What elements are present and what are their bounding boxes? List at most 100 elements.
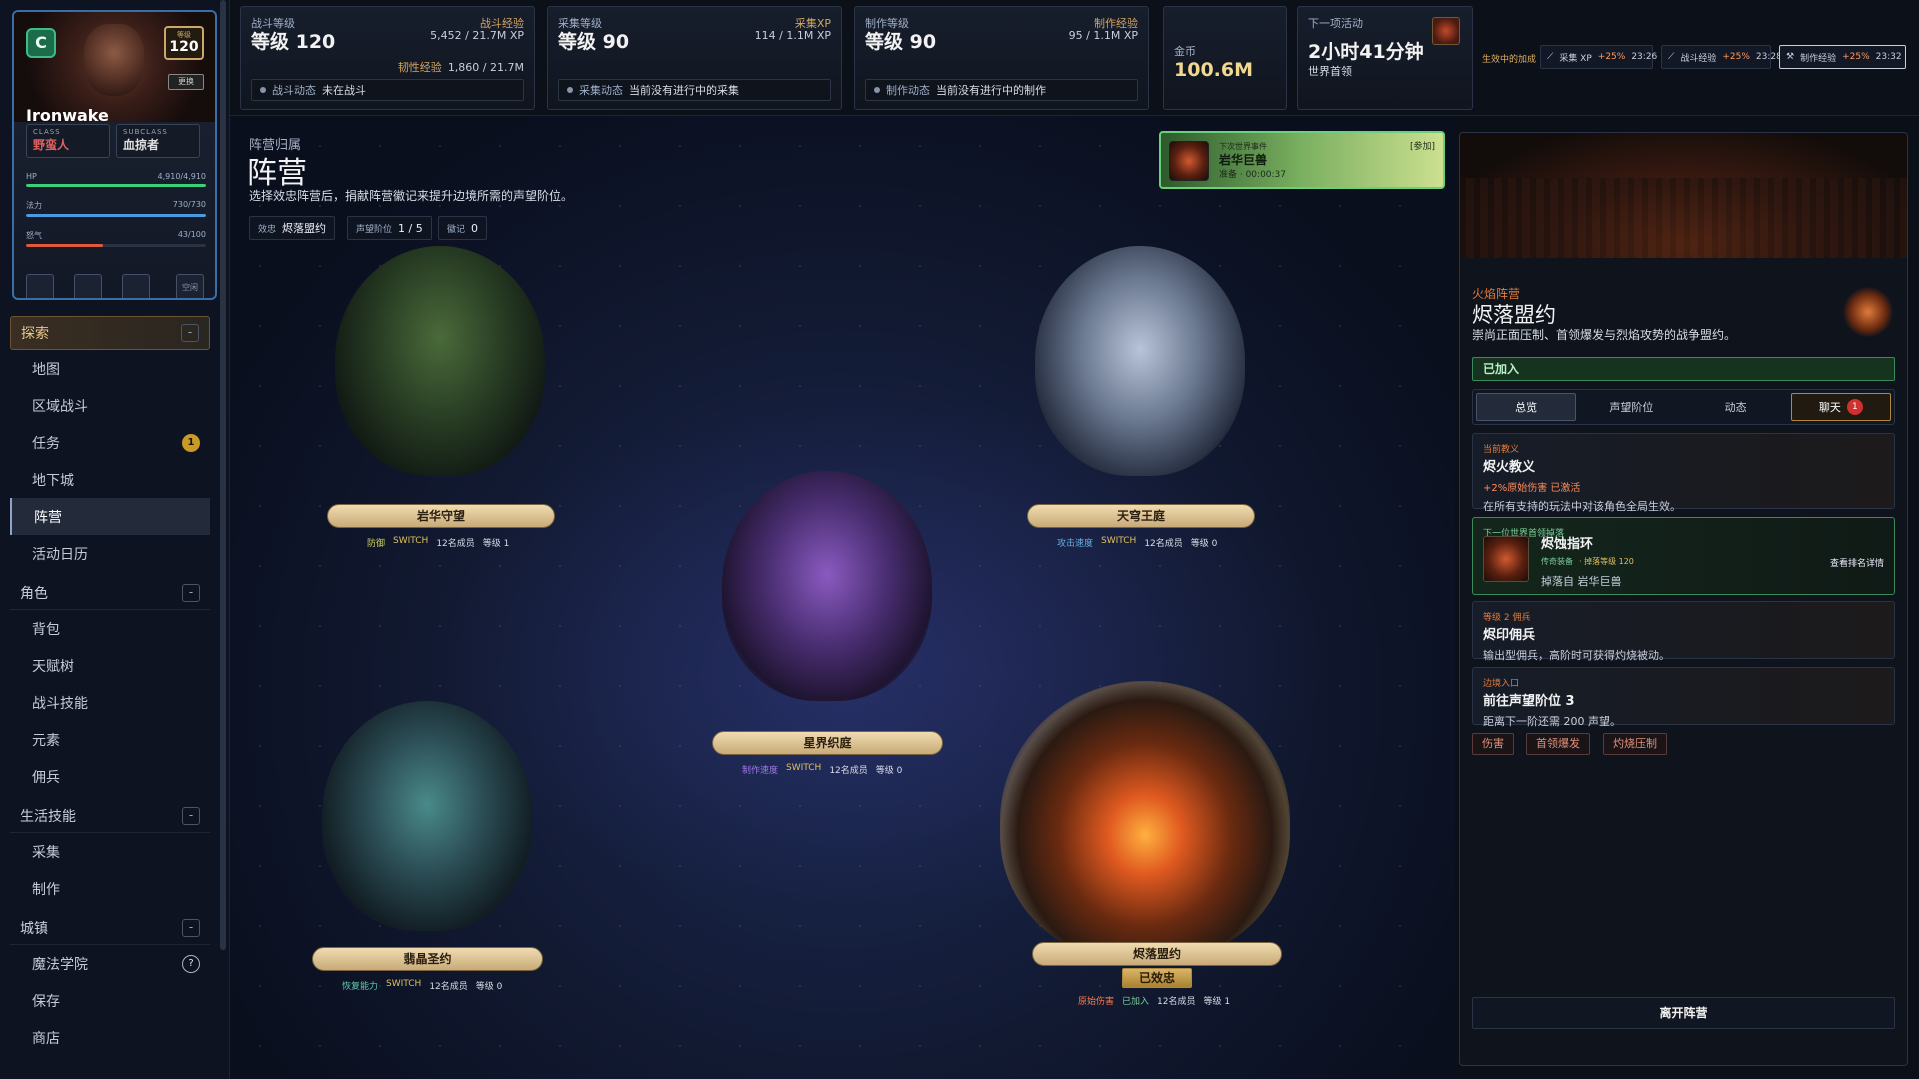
nav-item[interactable]: 商店 bbox=[10, 1019, 210, 1056]
buff-gather-xp[interactable]: ⟋ 采集 XP +25% 23:26 bbox=[1540, 45, 1657, 69]
sidebar: C 等级 120 更换 Ironwake CLASS 野蛮人 SUBCLASS … bbox=[0, 0, 230, 1079]
faction-island-astral[interactable]: 星界织庭 制作速度 SWITCH 12名成员 等级 0 bbox=[710, 471, 945, 776]
craft-status-value: 当前没有进行中的制作 bbox=[936, 84, 1046, 97]
faction-name-plate[interactable]: 星界织庭 bbox=[712, 731, 943, 755]
faction-switch[interactable]: SWITCH bbox=[786, 763, 821, 776]
next-event-card[interactable]: 下一项活动 2小时41分钟 世界首领 bbox=[1297, 6, 1473, 110]
faction-emblem-icon bbox=[1843, 287, 1893, 337]
doctrine-card: 当前教义 烬火教义 +2%原始伤害 已激活 在所有支持的玩法中对该角色全局生效。 bbox=[1472, 433, 1895, 513]
nav-item[interactable]: 区域战斗 bbox=[10, 387, 210, 424]
toughness-xp: 韧性经验 1,860 / 21.7M bbox=[398, 59, 524, 75]
nav-section[interactable]: 角色 - bbox=[10, 576, 210, 610]
collapse-toggle[interactable]: - bbox=[182, 806, 200, 825]
faction-stat: 防御 bbox=[367, 539, 386, 549]
nav-item[interactable]: 保存 bbox=[10, 982, 210, 1019]
nav-item[interactable]: 魔法学院? bbox=[10, 945, 210, 982]
collapse-toggle[interactable]: - bbox=[182, 583, 200, 602]
faction-meta: 原始伤害 已加入 12名成员 等级 1 bbox=[1078, 994, 1230, 1007]
banner-spires bbox=[1460, 178, 1907, 258]
nav-item[interactable]: 采集 bbox=[10, 833, 210, 870]
nav-item[interactable]: 佣兵 bbox=[10, 758, 210, 795]
tab-overview[interactable]: 总览 bbox=[1476, 393, 1577, 421]
drop-item-name: 烬蚀指环 bbox=[1541, 537, 1594, 552]
drop-level: · 掉落等级 120 bbox=[1579, 557, 1634, 566]
faction-meta: 制作速度 SWITCH 12名成员 等级 0 bbox=[742, 763, 902, 776]
faction-stat: 攻击速度 bbox=[1057, 539, 1094, 549]
faction-island-rockbloom[interactable]: 岩华守望 防御 SWITCH 12名成员 等级 1 bbox=[325, 246, 555, 549]
nav-item-label: 战斗技能 bbox=[32, 695, 88, 712]
ability-slot-1[interactable] bbox=[26, 274, 54, 298]
combat-xp-value: 5,452 / 21.7M XP bbox=[430, 29, 524, 42]
faction-name-plate[interactable]: 烬落盟约 bbox=[1032, 942, 1282, 966]
joined-status-bar: 已加入 bbox=[1472, 357, 1895, 381]
tab-reputation[interactable]: 声望阶位 bbox=[1582, 393, 1680, 421]
tab-activity[interactable]: 动态 bbox=[1687, 393, 1785, 421]
faction-name-plate[interactable]: 岩华守望 bbox=[327, 504, 555, 528]
faction-island-jadecrystal[interactable]: 翡晶圣约 恢复能力 SWITCH 12名成员 等级 0 bbox=[310, 701, 545, 1001]
world-event-toast[interactable]: 下次世界事件 岩华巨兽 准备 · 00:00:37 [参加] bbox=[1159, 131, 1445, 189]
faction-stat: 恢复能力 bbox=[342, 982, 379, 992]
change-portrait-button[interactable]: 更换 bbox=[168, 74, 204, 90]
top-bar: 战斗等级 等级 120 战斗经验 5,452 / 21.7M XP 韧性经验 1,… bbox=[230, 0, 1919, 116]
nav-item[interactable]: 元素 bbox=[10, 721, 210, 758]
nav-section[interactable]: 生活技能 - bbox=[10, 799, 210, 833]
faction-name-plate[interactable]: 翡晶圣约 bbox=[312, 947, 543, 971]
collapse-toggle[interactable]: - bbox=[181, 324, 199, 342]
mana-stat: 法力 730/730 bbox=[26, 200, 206, 217]
tag-boss-burst: 首领爆发 bbox=[1526, 733, 1590, 755]
nav-item-label: 天赋树 bbox=[32, 658, 74, 675]
sword-icon: ⟋ bbox=[1668, 52, 1675, 62]
faction-island-emberfall[interactable]: 烬落盟约 已效忠 原始伤害 已加入 12名成员 等级 1 bbox=[1000, 681, 1290, 1007]
class-value: 野蛮人 bbox=[33, 138, 70, 152]
nav-item[interactable]: 地下城 bbox=[10, 461, 210, 498]
nav-item[interactable]: 任务 1 bbox=[10, 424, 210, 461]
buff-time: 23:28 bbox=[1755, 52, 1782, 62]
pill-value: 0 bbox=[471, 221, 479, 235]
nav-section[interactable]: 探索 - bbox=[10, 316, 210, 350]
nav-item[interactable]: 制作 bbox=[10, 870, 210, 907]
doctrine-title: 烬火教义 bbox=[1483, 460, 1536, 475]
buff-combat-xp[interactable]: ⟋ 战斗经验 +25% 23:28 bbox=[1661, 45, 1782, 69]
frontier-card[interactable]: 边境入口 前往声望阶位 3 距离下一阶还需 200 声望。 bbox=[1472, 667, 1895, 728]
main-navigation: 探索 - 地图 区域战斗 任务 1 地下城阵营活动日历角色 - 背包天赋树战斗技能元素佣兵生活技… bbox=[10, 312, 210, 1056]
next-event-name: 世界首领 bbox=[1308, 65, 1352, 78]
view-ranking-button[interactable]: 查看排名详情 bbox=[1830, 556, 1884, 569]
combat-status-key: 战斗动态 bbox=[272, 84, 316, 97]
nav-item-label: 阵营 bbox=[34, 509, 62, 526]
faction-members: 12名成员 bbox=[429, 982, 468, 992]
nav-section[interactable]: 城镇 - bbox=[10, 911, 210, 945]
collapse-toggle[interactable]: - bbox=[182, 918, 200, 937]
faction-switch[interactable]: SWITCH bbox=[386, 979, 421, 992]
nav-item[interactable]: 战斗技能 bbox=[10, 684, 210, 721]
faction-switch[interactable]: SWITCH bbox=[393, 536, 428, 549]
help-icon[interactable]: ? bbox=[182, 954, 200, 973]
faction-name-plate[interactable]: 天穹王庭 bbox=[1027, 504, 1255, 528]
nav-item[interactable]: 天赋树 bbox=[10, 647, 210, 684]
leave-faction-button[interactable]: 离开阵营 bbox=[1472, 997, 1895, 1029]
ability-slot-2[interactable] bbox=[74, 274, 102, 298]
join-event-button[interactable]: [参加] bbox=[1410, 139, 1435, 152]
faction-stat: 制作速度 bbox=[742, 766, 779, 776]
faction-members: 12名成员 bbox=[436, 539, 475, 549]
nav-item[interactable]: 地图 bbox=[10, 350, 210, 387]
nav-item-label: 元素 bbox=[32, 732, 60, 749]
drop-source: 掉落自 岩华巨兽 bbox=[1541, 575, 1622, 588]
sidebar-scrollbar[interactable] bbox=[220, 0, 226, 950]
nav-item[interactable]: 活动日历 bbox=[10, 535, 210, 572]
faction-switch[interactable]: SWITCH bbox=[1101, 536, 1136, 549]
nav-item[interactable]: 阵营 bbox=[10, 498, 210, 535]
buff-name: 制作经验 bbox=[1800, 53, 1837, 64]
ability-slot-4[interactable]: 空闲 bbox=[176, 274, 204, 298]
tab-chat[interactable]: 聊天 1 bbox=[1790, 393, 1891, 421]
faction-level: 等级 1 bbox=[1203, 997, 1231, 1007]
frontier-title: 前往声望阶位 3 bbox=[1483, 694, 1575, 709]
frontier-description: 距离下一阶还需 200 声望。 bbox=[1483, 715, 1621, 728]
ability-slot-3[interactable] bbox=[122, 274, 150, 298]
chat-unread-badge: 1 bbox=[1846, 399, 1863, 415]
buff-craft-xp[interactable]: ⚒ 制作经验 +25% 23:32 bbox=[1779, 45, 1906, 69]
rage-label: 怒气 bbox=[26, 231, 42, 240]
faction-level: 等级 0 bbox=[1190, 539, 1218, 549]
faction-island-skyvault[interactable]: 天穹王庭 攻击速度 SWITCH 12名成员 等级 0 bbox=[1025, 246, 1255, 549]
doctrine-bonus: +2%原始伤害 已激活 bbox=[1483, 483, 1581, 494]
nav-item[interactable]: 背包 bbox=[10, 610, 210, 647]
